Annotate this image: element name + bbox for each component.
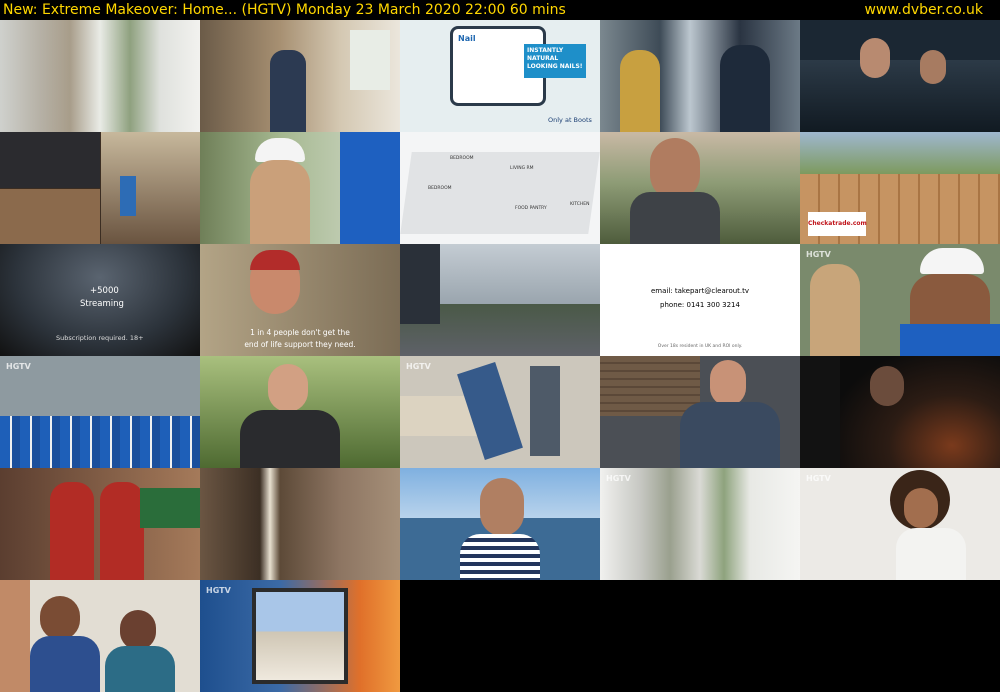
site-link[interactable]: www.dvber.co.uk [864,0,983,20]
thumbnail[interactable]: HGTV [200,580,400,692]
thumbnail[interactable]: HGTV [800,244,1000,356]
thumbnail[interactable] [600,132,800,244]
thumbnail[interactable] [0,580,200,692]
thumbnail[interactable]: HGTV [0,356,200,468]
thumbnail-fence[interactable]: Checkatrade.com [800,132,1000,244]
top-bar: New: Extreme Makeover: Home... (HGTV) Mo… [0,0,1000,20]
channel-logo: HGTV [206,586,231,595]
thumbnail-grid: Nail INSTANTLY NATURAL LOOKING NAILS! On… [0,20,1000,692]
thumbnail[interactable] [0,468,200,580]
thumbnail[interactable] [200,468,400,580]
thumbnail[interactable] [800,356,1000,468]
thumbnail[interactable]: HGTV [600,468,800,580]
thumbnail[interactable]: HGTV [600,356,800,468]
programme-title: New: Extreme Makeover: Home... (HGTV) Mo… [3,2,566,18]
thumbnail[interactable] [800,20,1000,132]
thumbnail[interactable] [200,356,400,468]
thumbnail[interactable] [400,244,600,356]
channel-logo: HGTV [406,362,431,371]
channel-logo: HGTV [606,474,631,483]
thumbnail-charity-ad[interactable]: 1 in 4 people don't get the end of life … [200,244,400,356]
channel-logo: HGTV [806,474,831,483]
thumbnail[interactable] [200,20,400,132]
thumbnail-nail-ad[interactable]: Nail INSTANTLY NATURAL LOOKING NAILS! On… [400,20,600,132]
channel-logo: HGTV [6,362,31,371]
thumbnail[interactable] [0,20,200,132]
channel-logo: HGTV [806,250,831,259]
thumbnail[interactable]: HGTV [400,356,600,468]
thumbnail-contact-card[interactable]: email: takepart@clearout.tv phone: 0141 … [600,244,800,356]
thumbnail[interactable] [400,468,600,580]
thumbnail[interactable] [0,132,200,244]
thumbnail[interactable] [200,132,400,244]
thumbnail-streaming-ad[interactable]: +5000 Streaming Subscription required. 1… [0,244,200,356]
thumbnail[interactable]: HGTV [800,468,1000,580]
thumbnail-floorplan[interactable]: BEDROOM LIVING RM BEDROOM FOOD PANTRY KI… [400,132,600,244]
thumbnail[interactable] [600,20,800,132]
